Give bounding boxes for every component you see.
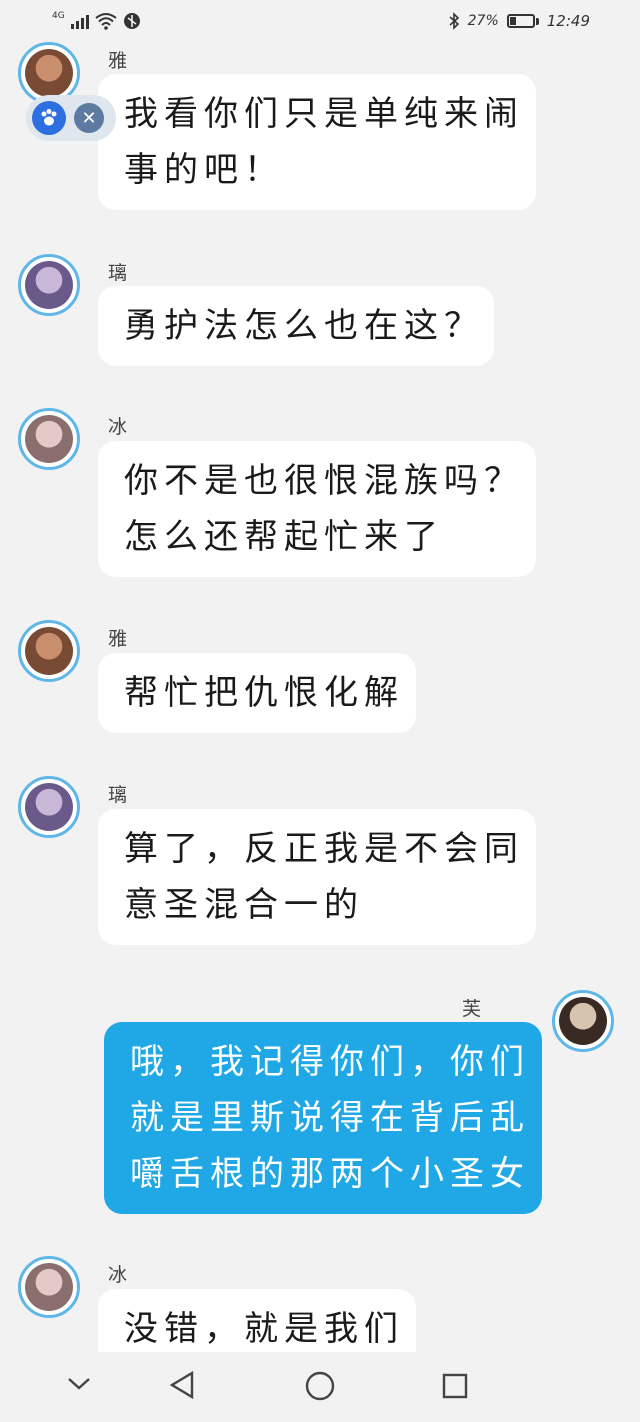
received-message-bubble[interactable]: 你不是也很恨混族吗？ 怎么还帮起忙来了 [98,441,536,577]
clock: 12:49 [546,12,590,30]
message-line: 你不是也很恨混族吗？ [124,461,524,501]
status-left: 4G [52,11,141,30]
received-message-bubble[interactable]: 帮忙把仇恨化解 [98,653,416,733]
message-line: 我看你们只是单纯来闹 [124,94,524,134]
avatar[interactable] [18,776,80,838]
message-line: 哦，我记得你们，你们 [130,1042,530,1082]
sent-message-bubble[interactable]: 哦，我记得你们，你们 就是里斯说得在背后乱 嚼舌根的那两个小圣女 [104,1022,542,1214]
avatar[interactable] [18,254,80,316]
status-right: 27% 12:49 [448,12,590,30]
home-circle-icon[interactable] [304,1370,336,1402]
battery-icon [506,14,539,28]
message-line: 没错，就是我们 [124,1309,404,1349]
status-bar: 4G 27% 12:49 [0,0,640,44]
avatar[interactable] [18,620,80,682]
message-line: 怎么还帮起忙来了 [124,517,444,557]
battery-percent: 27% [467,13,499,29]
signal-icon [70,13,89,29]
avatar[interactable] [552,990,614,1052]
recents-square-icon[interactable] [441,1372,469,1400]
received-message-bubble[interactable]: 算了，反正我是不会同 意圣混合一的 [98,809,536,945]
message-line: 事的吧！ [124,150,284,190]
navigation-bar [0,1352,640,1422]
floating-assistant-widget[interactable]: ✕ [26,95,116,141]
bluetooth-icon [449,12,459,30]
back-triangle-icon[interactable] [168,1370,196,1400]
avatar[interactable] [18,408,80,470]
wifi-icon [95,13,117,30]
message-line: 帮忙把仇恨化解 [124,673,404,713]
message-line: 意圣混合一的 [124,885,364,925]
message-line: 算了，反正我是不会同 [124,829,524,869]
network-type: 4G [52,11,65,21]
received-message-bubble[interactable]: 勇护法怎么也在这？ [98,286,494,366]
message-line: 嚼舌根的那两个小圣女 [130,1154,530,1194]
chevron-down-icon[interactable] [66,1376,92,1392]
paw-icon[interactable] [32,101,66,135]
close-icon[interactable]: ✕ [74,103,104,133]
avatar[interactable] [18,1256,80,1318]
vpn-icon [123,13,140,29]
message-line: 就是里斯说得在背后乱 [130,1098,530,1138]
received-message-bubble[interactable]: 我看你们只是单纯来闹 事的吧！ [98,74,536,210]
message-line: 勇护法怎么也在这？ [124,306,484,346]
